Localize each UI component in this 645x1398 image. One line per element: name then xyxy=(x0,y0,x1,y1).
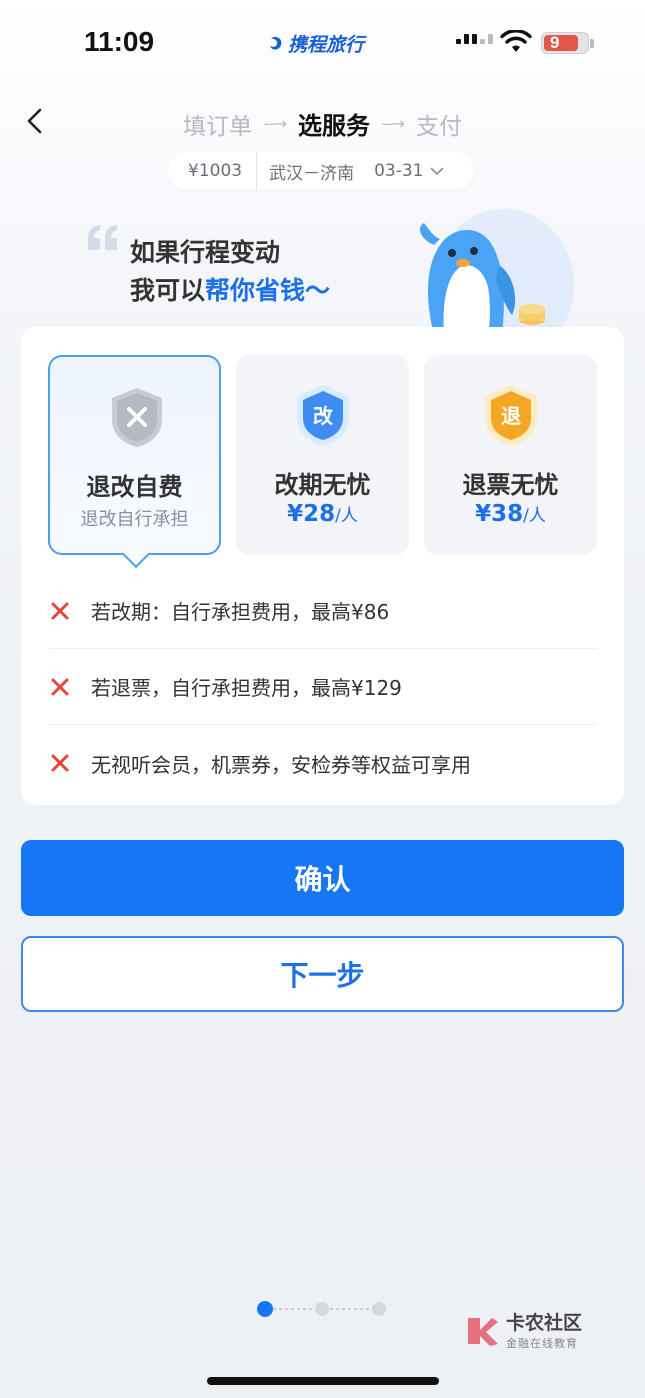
option-price-unit: /人 xyxy=(523,506,546,526)
confirm-button[interactable]: 确认 xyxy=(21,840,624,916)
watermark: 卡农社区 金融在线教育 xyxy=(464,1308,582,1351)
promo-line-2: 我可以帮你省钱～ xyxy=(130,272,330,310)
option-title: 退改自费 xyxy=(86,473,183,501)
feature-item: 若退票，自行承担费用，最高¥129 xyxy=(49,649,597,725)
refund-shield-icon: 退 xyxy=(485,385,537,446)
change-shield-icon: 改 xyxy=(297,385,349,446)
option-title: 改期无忧 xyxy=(274,471,371,499)
step-payment: 支付 xyxy=(415,113,462,140)
feature-text: 若改期：自行承担费用，最高¥86 xyxy=(91,600,390,624)
feature-item: 若改期：自行承担费用，最高¥86 xyxy=(49,573,597,649)
cross-icon xyxy=(51,678,69,695)
page-dot-active xyxy=(257,1301,273,1317)
option-change-worry-free[interactable]: 改 改期无忧 ¥28/人 xyxy=(236,355,409,555)
carrier-name: 携程旅行 xyxy=(288,34,365,56)
option-title: 退票无忧 xyxy=(462,471,559,499)
status-time: 11:09 xyxy=(84,26,155,57)
option-price-value: ¥38 xyxy=(475,501,524,527)
promo-line-1: 如果行程变动 xyxy=(130,238,281,267)
svg-text:退: 退 xyxy=(501,404,521,428)
kanong-logo-icon xyxy=(468,1317,498,1346)
promo-text: 如果行程变动 我可以帮你省钱～ xyxy=(130,234,330,310)
trip-route: 武汉－济南 xyxy=(269,163,355,184)
promo-line-2-prefix: 我可以 xyxy=(130,276,206,305)
next-step-button[interactable]: 下一步 xyxy=(21,936,624,1012)
option-refund-worry-free[interactable]: 退 退票无忧 ¥38/人 xyxy=(424,355,597,555)
cross-icon xyxy=(51,602,69,619)
wifi-icon xyxy=(500,30,532,52)
battery-level: 9 xyxy=(550,33,560,52)
step-progress: 填订单 --→ 选服务 --→ 支付 xyxy=(0,106,645,141)
step-arrow: --→ xyxy=(382,114,405,133)
option-price: ¥38/人 xyxy=(424,501,597,527)
feature-text: 若退票，自行承担费用，最高¥129 xyxy=(91,676,402,700)
svg-text:改: 改 xyxy=(313,404,334,428)
step-select-service: 选服务 xyxy=(298,112,370,140)
trip-summary-pill[interactable]: ¥1003 武汉－济南 03-31 xyxy=(168,152,474,190)
option-self-pay[interactable]: 退改自费 退改自行承担 xyxy=(48,355,221,569)
feature-item: 无视听会员，机票券，安检券等权益可享用 xyxy=(49,725,597,801)
option-price-unit: /人 xyxy=(335,506,358,526)
feature-text: 无视听会员，机票券，安检券等权益可享用 xyxy=(91,752,471,777)
cross-icon xyxy=(51,754,69,772)
chevron-down-icon xyxy=(429,167,444,176)
step-fill-order: 填订单 xyxy=(183,113,253,140)
trip-date: 03-31 xyxy=(374,161,424,181)
carrier-label: 携程旅行 xyxy=(268,30,364,57)
promo-highlight: 帮你省钱～ xyxy=(205,276,331,305)
page-indicator xyxy=(257,1301,386,1317)
x-shield-icon xyxy=(112,388,162,447)
page-dot xyxy=(315,1302,329,1316)
dolphin-mascot-icon xyxy=(419,209,574,335)
option-price: ¥28/人 xyxy=(236,501,409,527)
trip-price: ¥1003 xyxy=(168,152,258,190)
option-price-value: ¥28 xyxy=(287,501,336,527)
quote-mark-icon xyxy=(88,225,117,250)
battery-icon: 9 xyxy=(541,32,594,54)
watermark-title: 卡农社区 xyxy=(506,1312,583,1334)
service-card: 退改自费 退改自行承担 改 改期无忧 ¥28/人 退 退票无忧 ¥38/人 若改… xyxy=(21,327,624,805)
cellular-signal-icon xyxy=(456,34,493,44)
watermark-subtitle: 金融在线教育 xyxy=(506,1337,578,1350)
option-subtitle: 退改自行承担 xyxy=(80,509,189,530)
step-arrow: --→ xyxy=(264,114,287,133)
home-indicator xyxy=(207,1377,439,1385)
page-dot xyxy=(372,1302,386,1316)
ctrip-logo-icon xyxy=(270,36,282,50)
